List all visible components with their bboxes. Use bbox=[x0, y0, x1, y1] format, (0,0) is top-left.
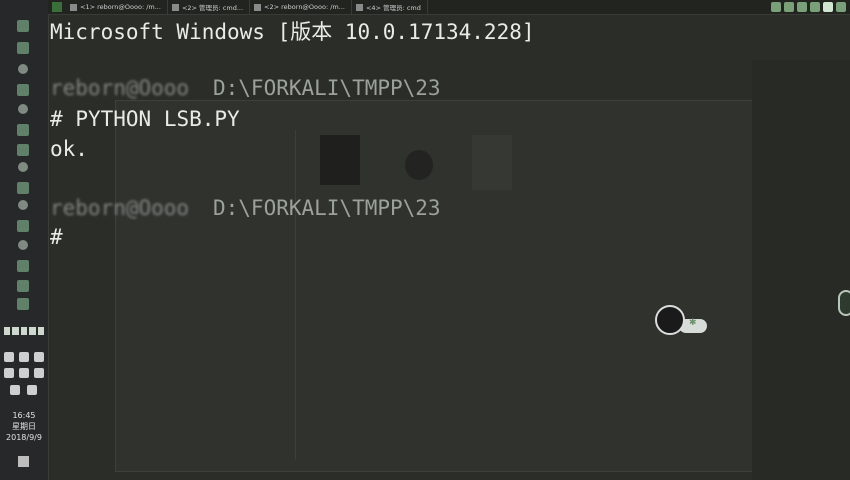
tray-icon[interactable] bbox=[4, 352, 14, 362]
terminal-tab-bar: <1> reborn@Oooo: /m... <2> 管理员: cmd... <… bbox=[48, 0, 850, 15]
command-text: python LSB.py bbox=[75, 107, 240, 131]
terminal-output: ok. bbox=[50, 137, 88, 161]
app-icon[interactable] bbox=[17, 298, 29, 310]
terminal-icon bbox=[171, 3, 179, 11]
edge-panel-toggle[interactable] bbox=[838, 290, 850, 316]
split-icon[interactable] bbox=[810, 2, 820, 12]
close-icon[interactable] bbox=[836, 2, 846, 12]
prompt-user-blurred: reborn@Oooo bbox=[50, 196, 190, 220]
menu-icon[interactable] bbox=[784, 2, 794, 12]
terminal-command-line: # python LSB.py bbox=[50, 107, 240, 131]
tab-4[interactable]: <4> 管理员: cmd bbox=[352, 0, 428, 14]
background-file-icon bbox=[405, 150, 433, 180]
terminal-icon bbox=[254, 3, 262, 11]
tray-icon[interactable] bbox=[34, 368, 44, 378]
app-icon[interactable] bbox=[17, 144, 29, 156]
background-side-panel bbox=[752, 60, 850, 480]
app-icon[interactable] bbox=[17, 124, 29, 136]
floating-assistant-widget[interactable]: ✱ bbox=[655, 305, 707, 335]
action-center-icon[interactable] bbox=[27, 385, 37, 395]
tray-bar-icon[interactable] bbox=[4, 327, 45, 335]
terminal-prompt: reborn@Oooo bbox=[50, 76, 189, 100]
terminal-prompt: reborn@Oooo bbox=[50, 196, 189, 220]
app-icon[interactable] bbox=[18, 240, 28, 250]
background-file-icon bbox=[472, 135, 512, 190]
prompt-path: D:\FORKALI\TMPP\23 bbox=[213, 196, 441, 220]
star-icon: ✱ bbox=[689, 318, 697, 328]
tab-2[interactable]: <2> 管理员: cmd... bbox=[168, 0, 251, 14]
app-icon[interactable] bbox=[17, 220, 29, 232]
app-icon[interactable] bbox=[18, 162, 28, 172]
terminal-input-line[interactable]: # bbox=[50, 225, 63, 249]
tray-icon[interactable] bbox=[19, 368, 29, 378]
tray-icon[interactable] bbox=[34, 352, 44, 362]
clock-time: 16:45 bbox=[12, 411, 36, 420]
cmd-symbol: # bbox=[50, 225, 63, 249]
app-icon[interactable] bbox=[18, 104, 28, 114]
layout-icon[interactable] bbox=[797, 2, 807, 12]
cmd-symbol: # bbox=[50, 107, 63, 131]
tab-3[interactable]: <2> reborn@Oooo: /m... bbox=[250, 0, 352, 14]
app-icon[interactable] bbox=[18, 64, 28, 74]
app-icon[interactable] bbox=[17, 20, 29, 32]
tray-icon[interactable] bbox=[4, 368, 14, 378]
app-icon[interactable] bbox=[18, 200, 28, 210]
taskbar: 16:45 星期日 2018/9/9 bbox=[0, 0, 49, 480]
app-icon[interactable] bbox=[17, 260, 29, 272]
clock-date: 2018/9/9 bbox=[6, 433, 42, 442]
prompt-path: D:\FORKALI\TMPP\23 bbox=[213, 76, 441, 100]
show-desktop-button[interactable] bbox=[18, 456, 29, 467]
window-controls bbox=[771, 0, 850, 14]
terminal-icon bbox=[355, 3, 363, 11]
tray-icon[interactable] bbox=[19, 352, 29, 362]
app-icon[interactable] bbox=[17, 84, 29, 96]
ime-icon[interactable] bbox=[10, 385, 20, 395]
clock-weekday: 星期日 bbox=[12, 422, 36, 431]
tab-1[interactable]: <1> reborn@Oooo: /m... bbox=[66, 0, 168, 14]
terminal-icon bbox=[70, 3, 77, 11]
maximize-icon[interactable] bbox=[823, 2, 833, 12]
new-tab-icon[interactable] bbox=[771, 2, 781, 12]
app-icon[interactable] bbox=[17, 42, 29, 54]
widget-avatar-icon bbox=[655, 305, 685, 335]
app-icon[interactable] bbox=[17, 182, 29, 194]
prompt-user-blurred: reborn@Oooo bbox=[50, 76, 190, 100]
app-logo-icon bbox=[52, 2, 62, 12]
app-icon[interactable] bbox=[17, 280, 29, 292]
background-folder-tree bbox=[115, 130, 296, 460]
taskbar-clock[interactable]: 16:45 星期日 2018/9/9 bbox=[0, 410, 48, 443]
background-file-icon bbox=[320, 135, 360, 185]
terminal-banner: Microsoft Windows [版本 10.0.17134.228] bbox=[50, 20, 535, 44]
